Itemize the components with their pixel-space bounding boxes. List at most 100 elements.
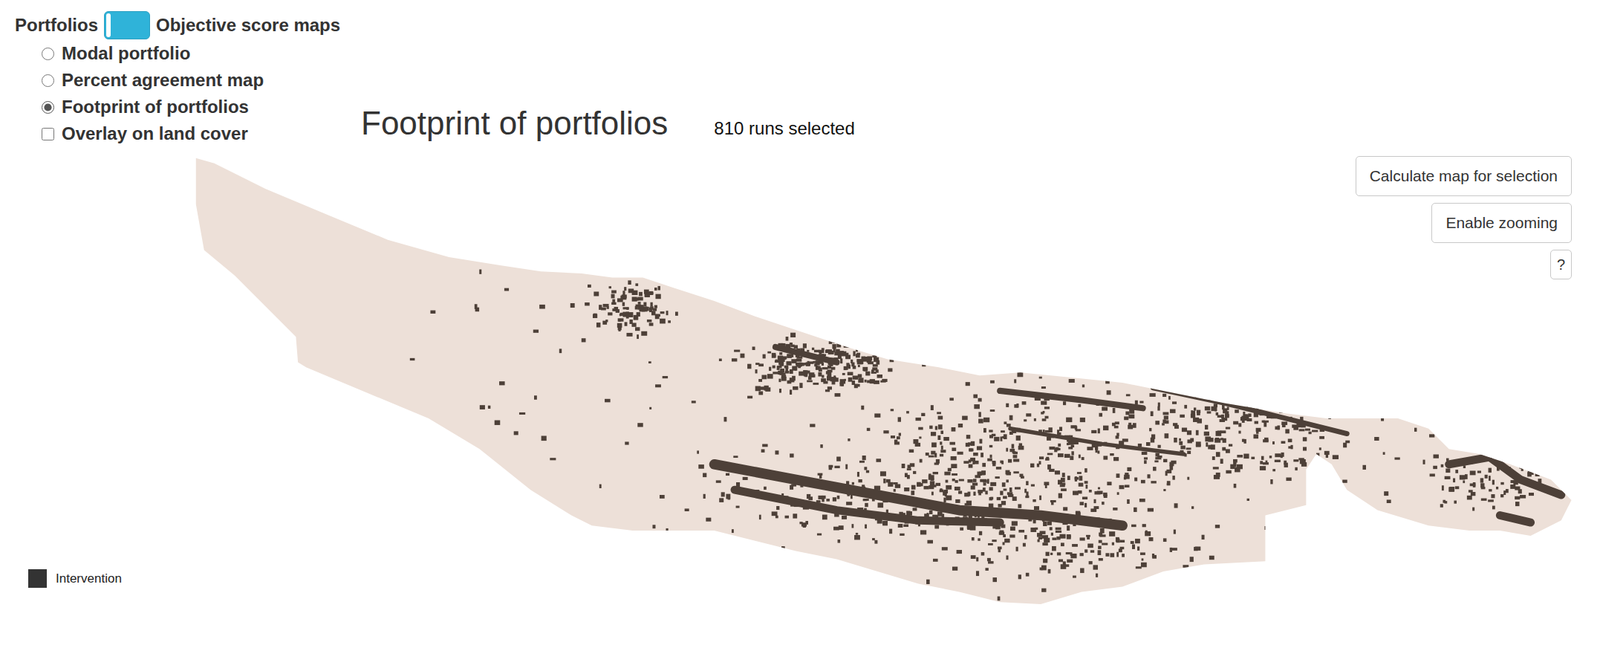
intervention-patch bbox=[854, 384, 861, 388]
radio-option[interactable]: Percent agreement map bbox=[41, 66, 362, 94]
intervention-patch bbox=[765, 387, 771, 392]
intervention-patch bbox=[832, 496, 837, 501]
intervention-patch bbox=[817, 533, 822, 536]
intervention-patch bbox=[655, 314, 661, 317]
view-switch[interactable] bbox=[103, 11, 151, 40]
intervention-streak bbox=[1152, 387, 1347, 434]
intervention-patch bbox=[976, 557, 979, 562]
intervention-patch bbox=[1093, 505, 1099, 509]
intervention-patch bbox=[1039, 530, 1046, 534]
intervention-patch bbox=[1259, 460, 1263, 464]
intervention-patch bbox=[982, 487, 986, 491]
radio-option[interactable]: Modal portfolio bbox=[41, 40, 362, 67]
intervention-patch bbox=[652, 524, 656, 529]
intervention-patch bbox=[1105, 378, 1110, 384]
intervention-patch bbox=[430, 310, 436, 314]
intervention-patch bbox=[1196, 410, 1201, 413]
intervention-patch bbox=[983, 417, 990, 422]
intervention-patch bbox=[771, 511, 778, 516]
intervention-patch bbox=[789, 378, 795, 382]
intervention-patch bbox=[607, 311, 613, 315]
checkbox[interactable] bbox=[41, 127, 55, 141]
intervention-patch bbox=[779, 388, 782, 393]
intervention-patch bbox=[1000, 436, 1003, 441]
intervention-patch bbox=[1488, 475, 1491, 481]
intervention-patch bbox=[1116, 433, 1119, 437]
intervention-patch bbox=[1146, 441, 1150, 446]
intervention-patch bbox=[1509, 412, 1514, 417]
intervention-patch bbox=[1179, 414, 1185, 418]
intervention-patch bbox=[636, 334, 639, 339]
intervention-patch bbox=[1339, 414, 1343, 418]
intervention-patch bbox=[1234, 409, 1239, 413]
zoom-button[interactable]: Enable zooming bbox=[1431, 202, 1572, 243]
intervention-patch bbox=[1066, 559, 1073, 563]
intervention-patch bbox=[1182, 571, 1187, 574]
intervention-patch bbox=[1112, 507, 1118, 511]
intervention-patch bbox=[898, 603, 902, 607]
intervention-patch bbox=[970, 485, 976, 489]
radio-button[interactable] bbox=[41, 101, 55, 114]
intervention-patch bbox=[789, 342, 793, 345]
intervention-patch bbox=[1065, 551, 1071, 555]
intervention-patch bbox=[587, 284, 592, 288]
intervention-patch bbox=[1050, 552, 1053, 555]
intervention-patch bbox=[852, 350, 855, 356]
intervention-patch bbox=[1317, 462, 1324, 468]
intervention-patch bbox=[935, 482, 941, 486]
intervention-patch bbox=[789, 453, 794, 457]
intervention-patch bbox=[1062, 472, 1066, 477]
intervention-patch bbox=[895, 483, 901, 488]
intervention-patch bbox=[626, 311, 630, 315]
intervention-patch bbox=[1484, 474, 1488, 479]
intervention-patch bbox=[664, 563, 668, 567]
radio-option[interactable]: Footprint of portfolios bbox=[41, 93, 362, 121]
intervention-patch bbox=[892, 482, 898, 485]
intervention-patch bbox=[1325, 454, 1329, 458]
intervention-patch bbox=[905, 584, 910, 590]
intervention-patch bbox=[920, 529, 927, 535]
intervention-patch bbox=[863, 466, 867, 470]
intervention-patch bbox=[764, 557, 769, 561]
intervention-patch bbox=[1163, 459, 1167, 463]
intervention-patch bbox=[724, 416, 728, 422]
intervention-patch bbox=[1140, 562, 1147, 567]
intervention-patch bbox=[1062, 401, 1066, 405]
intervention-patch bbox=[1014, 486, 1021, 489]
intervention-patch bbox=[972, 482, 978, 486]
intervention-patch bbox=[883, 430, 889, 434]
help-button[interactable]: ? bbox=[1550, 249, 1572, 280]
intervention-patch bbox=[1013, 459, 1020, 463]
map-heading: Footprint of portfolios810 runs selected bbox=[361, 0, 1356, 144]
intervention-patch bbox=[1311, 315, 1316, 320]
intervention-patch bbox=[1274, 453, 1281, 457]
intervention-patch bbox=[1215, 451, 1221, 457]
intervention-patch bbox=[658, 285, 661, 291]
intervention-patch bbox=[1119, 540, 1125, 543]
intervention-patch bbox=[1042, 534, 1049, 539]
intervention-patch bbox=[1072, 575, 1077, 578]
intervention-patch bbox=[1302, 436, 1307, 441]
intervention-patch bbox=[1221, 414, 1225, 419]
radio-button[interactable] bbox=[41, 74, 55, 87]
intervention-patch bbox=[659, 494, 665, 499]
radio-button[interactable] bbox=[41, 47, 55, 61]
intervention-patch bbox=[906, 467, 912, 471]
intervention-patch bbox=[817, 372, 822, 377]
intervention-patch bbox=[1084, 548, 1088, 552]
intervention-patch bbox=[1349, 507, 1353, 511]
intervention-patch bbox=[1103, 455, 1108, 460]
intervention-patch bbox=[1055, 527, 1062, 531]
checkbox-option[interactable]: Overlay on land cover bbox=[41, 120, 362, 148]
intervention-patch bbox=[1162, 419, 1166, 424]
intervention-patch bbox=[1121, 553, 1125, 558]
intervention-patch bbox=[1012, 496, 1017, 501]
intervention-patch bbox=[1097, 549, 1102, 555]
intervention-patch bbox=[1064, 563, 1069, 567]
intervention-patch bbox=[1449, 486, 1455, 492]
intervention-patch bbox=[1212, 466, 1219, 469]
intervention-patch bbox=[1042, 542, 1048, 546]
intervention-patch bbox=[1412, 355, 1416, 359]
calculate-button[interactable]: Calculate map for selection bbox=[1355, 155, 1572, 197]
intervention-patch bbox=[863, 367, 868, 372]
